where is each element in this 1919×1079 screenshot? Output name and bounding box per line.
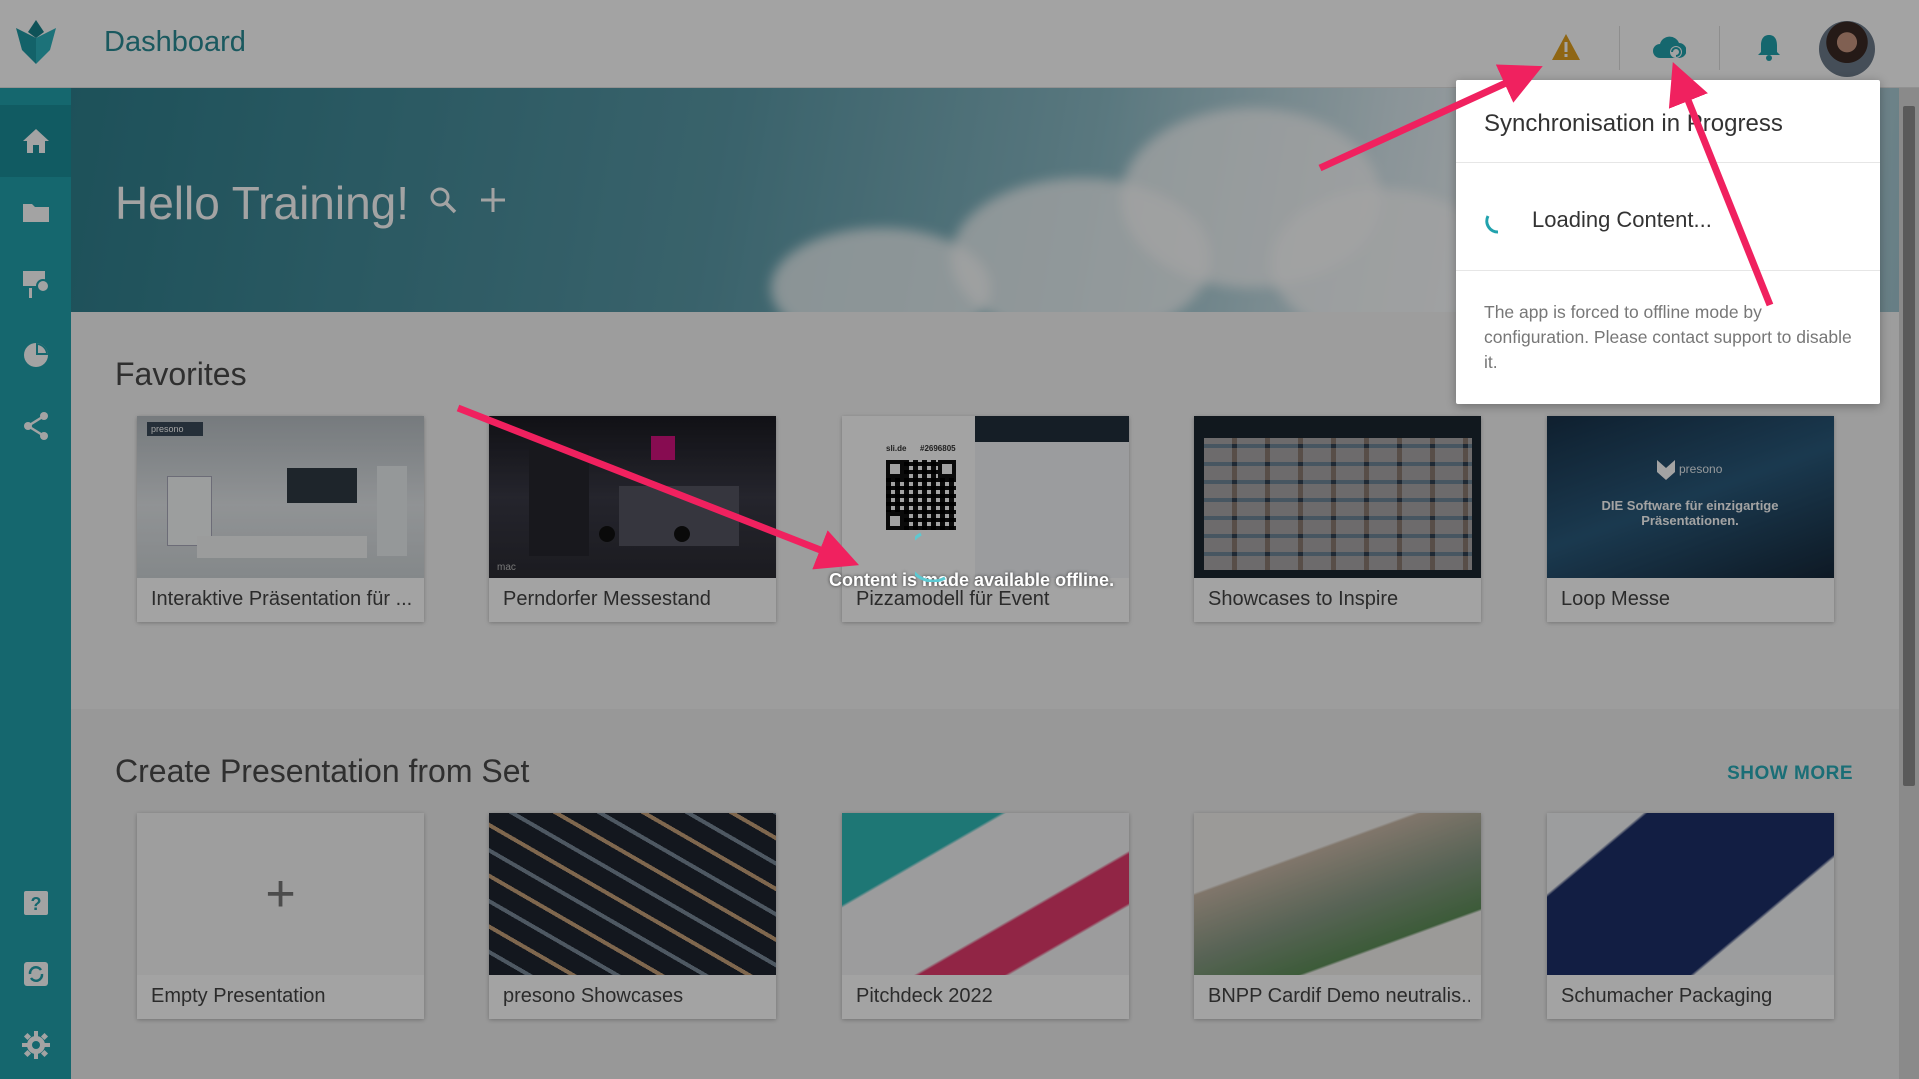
- sidebar-item-sync[interactable]: [0, 938, 71, 1010]
- folder-icon: [22, 204, 49, 222]
- gear-icon: [21, 1031, 50, 1059]
- card-label: Schumacher Packaging: [1561, 985, 1773, 1007]
- plus-icon: [481, 188, 505, 212]
- svg-text:?: ?: [30, 894, 41, 914]
- favorite-card[interactable]: presono DIE Software für einzigartige Pr…: [1547, 416, 1834, 622]
- toolbar-divider: [1719, 26, 1720, 70]
- card-label: Pitchdeck 2022: [856, 985, 993, 1007]
- favorite-card[interactable]: mac Perndorfer Messestand: [489, 416, 776, 622]
- favorite-card[interactable]: sli.de #2696805 Pizzamodell für Event: [842, 416, 1129, 622]
- top-bar: Dashboard: [0, 0, 1919, 88]
- sidebar-item-home[interactable]: [0, 105, 71, 177]
- page-title: Dashboard: [104, 26, 246, 58]
- set-card[interactable]: BNPP Cardif Demo neutralis...: [1194, 813, 1481, 1019]
- scrollbar-thumb[interactable]: [1903, 106, 1915, 786]
- pie-chart-icon: [23, 343, 48, 367]
- thumb-tagline: DIE Software für einzigartige Präsentati…: [1601, 498, 1779, 528]
- card-thumbnail: [489, 813, 776, 975]
- toolbar-divider: [1619, 26, 1620, 70]
- thumb-caption: mac: [497, 562, 516, 573]
- cloud-sync-icon[interactable]: [1652, 30, 1686, 64]
- set-card[interactable]: + Empty Presentation: [137, 813, 424, 1019]
- sidebar-item-folder[interactable]: [0, 176, 71, 248]
- card-label: Interaktive Präsentation für ...: [151, 588, 413, 610]
- sidebar: ?: [0, 88, 71, 1079]
- card-label: BNPP Cardif Demo neutralis...: [1208, 985, 1470, 1007]
- logo-icon[interactable]: [14, 20, 58, 66]
- card-thumbnail: mac: [489, 416, 776, 578]
- sidebar-item-analytics[interactable]: [0, 319, 71, 391]
- card-label: Loop Messe: [1561, 588, 1670, 610]
- card-thumbnail: presono DIE Software für einzigartige Pr…: [1547, 416, 1834, 578]
- offline-mode-note: The app is forced to offline mode by con…: [1484, 302, 1852, 372]
- search-icon: [430, 187, 457, 214]
- sidebar-item-presentation[interactable]: [0, 248, 71, 320]
- thumb-brand: presono: [1679, 462, 1723, 476]
- sync-popup: Synchronisation in Progress Loading Cont…: [1456, 80, 1880, 404]
- share-icon: [23, 412, 48, 440]
- sets-title: Create Presentation from Set: [115, 753, 530, 789]
- sync-loading-text: Loading Content...: [1532, 207, 1712, 232]
- bell-icon[interactable]: [1752, 30, 1786, 64]
- card-label: Empty Presentation: [151, 985, 326, 1007]
- sidebar-item-help[interactable]: ?: [0, 867, 71, 939]
- progress-arc: [915, 532, 946, 582]
- card-thumbnail: sli.de #2696805: [842, 416, 1129, 578]
- show-more-link[interactable]: SHOW MORE: [1727, 763, 1853, 785]
- help-icon: ?: [23, 891, 48, 915]
- sets-section: Create Presentation from Set + Empty Pre…: [71, 709, 1919, 1079]
- favorite-card[interactable]: presono Interaktive Präsentation für ...: [137, 416, 424, 622]
- card-label: Perndorfer Messestand: [503, 588, 711, 610]
- card-label: Showcases to Inspire: [1208, 588, 1399, 610]
- favorites-title: Favorites: [115, 356, 247, 392]
- search-button[interactable]: [423, 180, 463, 220]
- favorite-card[interactable]: Showcases to Inspire: [1194, 416, 1481, 622]
- home-icon: [22, 129, 49, 153]
- card-thumbnail: [1547, 813, 1834, 975]
- empty-presentation-plus: +: [137, 813, 424, 975]
- spinner-icon: [1485, 215, 1499, 234]
- sync-icon: [23, 962, 48, 986]
- divider: [1456, 162, 1880, 163]
- set-card[interactable]: presono Showcases: [489, 813, 776, 1019]
- card-thumbnail: [1194, 416, 1481, 578]
- card-thumbnail: [1194, 813, 1481, 975]
- offline-toast: Content is made available offline.: [829, 570, 1115, 590]
- card-label: Pizzamodell für Event: [856, 588, 1050, 610]
- set-card[interactable]: Pitchdeck 2022: [842, 813, 1129, 1019]
- sync-popup-title: Synchronisation in Progress: [1484, 110, 1783, 137]
- avatar[interactable]: [1819, 21, 1875, 77]
- sidebar-item-settings[interactable]: [0, 1009, 71, 1079]
- hero-greeting: Hello Training!: [115, 177, 410, 229]
- divider: [1456, 270, 1880, 271]
- thumb-qr-code: #2696805: [920, 444, 956, 453]
- sidebar-item-share[interactable]: [0, 390, 71, 462]
- warning-icon[interactable]: [1549, 30, 1583, 64]
- card-thumbnail: presono: [137, 416, 424, 578]
- scrollbar[interactable]: [1899, 88, 1919, 1079]
- set-card[interactable]: Schumacher Packaging: [1547, 813, 1834, 1019]
- thumb-qr-label: sli.de: [886, 444, 907, 453]
- card-thumbnail: [842, 813, 1129, 975]
- presentation-icon: [22, 271, 50, 298]
- presono-badge: presono: [147, 422, 203, 436]
- add-button[interactable]: [473, 180, 513, 220]
- card-label: presono Showcases: [503, 985, 684, 1007]
